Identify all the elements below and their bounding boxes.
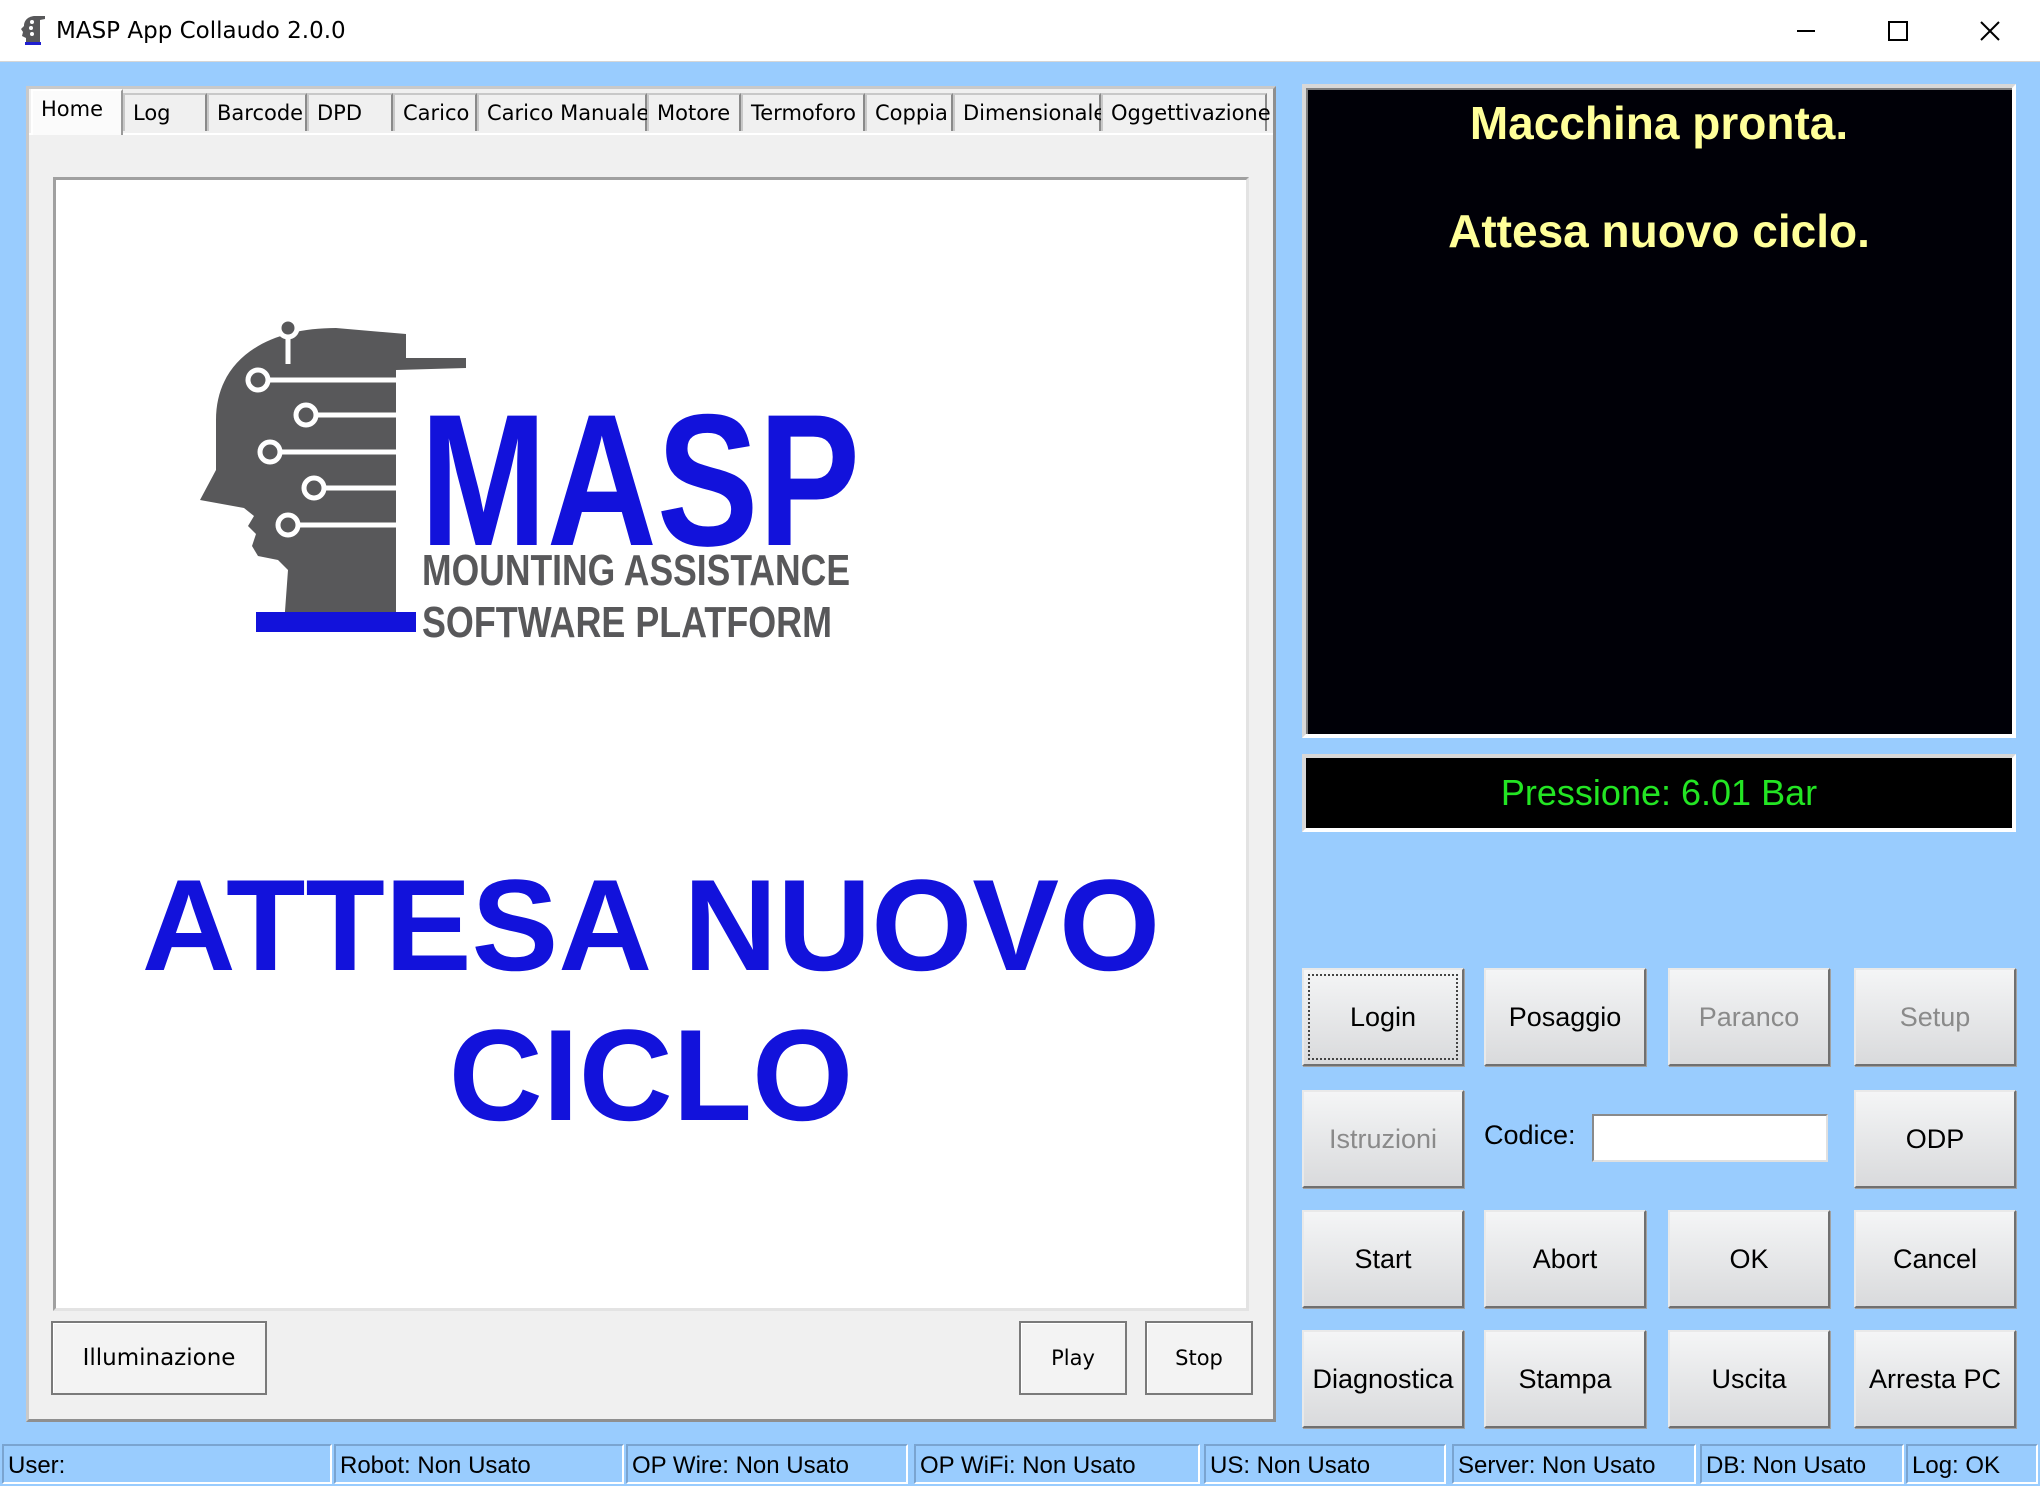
status-op-wire: OP Wire: Non Usato [626,1444,908,1484]
message-line-1: Macchina pronta. [1469,97,1849,149]
tab-label: DPD [317,101,363,125]
codice-input[interactable] [1592,1114,1828,1162]
status-db: DB: Non Usato [1700,1444,1904,1484]
tab-label: Termoforo [751,101,857,125]
tab-home[interactable]: Home [31,89,123,135]
istruzioni-button[interactable]: Istruzioni [1302,1090,1464,1188]
stampa-button[interactable]: Stampa [1484,1330,1646,1428]
home-tab-content: MASP MOUNTING ASSISTANCE SOFTWARE PLATFO… [29,133,1273,1419]
ok-button[interactable]: OK [1668,1210,1830,1308]
odp-button[interactable]: ODP [1854,1090,2016,1188]
status-log: Log: OK [1906,1444,2038,1484]
tab-motore[interactable]: Motore [647,93,741,131]
tab-label: Log [133,101,171,125]
tab-oggettivazione[interactable]: Oggettivazione [1101,93,1271,131]
cancel-button[interactable]: Cancel [1854,1210,2016,1308]
maximize-icon [1888,21,1908,41]
tab-label: Barcode [217,101,304,125]
stop-button[interactable]: Stop [1145,1321,1253,1395]
tab-label: Motore [657,101,731,125]
tab-label: Carico [403,101,470,125]
tab-dpd[interactable]: DPD [307,93,393,131]
tab-label: Oggettivazione [1111,101,1271,125]
cycle-status-line-2: CICLO [448,1002,854,1148]
tab-termoforo[interactable]: Termoforo [741,93,865,131]
status-server: Server: Non Usato [1452,1444,1696,1484]
minimize-icon [1797,30,1815,32]
window-title: MASP App Collaudo 2.0.0 [56,18,346,44]
message-line-2: Attesa nuovo ciclo. [1448,205,1870,257]
status-user: User: [2,1444,332,1484]
close-button[interactable] [1944,0,2036,62]
title-bar: MASP App Collaudo 2.0.0 [0,0,2040,62]
logo-tagline-2: SOFTWARE PLATFORM [422,598,832,640]
tab-coppia[interactable]: Coppia [865,93,953,131]
cycle-status-text: ATTESA NUOVO CICLO [56,850,1246,1150]
app-icon [21,16,45,45]
tab-barcode[interactable]: Barcode [207,93,307,131]
diagnostica-button[interactable]: Diagnostica [1302,1330,1464,1428]
message-display: Macchina pronta. Attesa nuovo ciclo. [1302,84,2016,738]
tab-label: Coppia [875,101,948,125]
pressure-display: Pressione: 6.01 Bar [1302,754,2016,832]
tab-label: Home [41,97,104,121]
play-button[interactable]: Play [1019,1321,1127,1395]
tab-label: Dimensionale [963,101,1107,125]
posaggio-button[interactable]: Posaggio [1484,968,1646,1066]
arresta-pc-button[interactable]: Arresta PC [1854,1330,2016,1428]
tab-strip: Home Log Barcode DPD Carico Carico Manua… [29,89,1279,135]
status-op-wifi: OP WiFi: Non Usato [914,1444,1200,1484]
tab-carico-manuale[interactable]: Carico Manuale [477,93,650,131]
uscita-button[interactable]: Uscita [1668,1330,1830,1428]
masp-logo: MASP MOUNTING ASSISTANCE SOFTWARE PLATFO… [200,320,860,640]
illumination-button[interactable]: Illuminazione [51,1321,267,1395]
tab-label: Carico Manuale [487,101,650,125]
login-button[interactable]: Login [1302,968,1464,1066]
maximize-button[interactable] [1852,0,1944,62]
status-bar: User: Robot: Non Usato OP Wire: Non Usat… [0,1444,2040,1486]
paranco-button[interactable]: Paranco [1668,968,1830,1066]
tab-carico[interactable]: Carico [393,93,477,131]
home-display: MASP MOUNTING ASSISTANCE SOFTWARE PLATFO… [53,177,1249,1311]
cycle-status-line-1: ATTESA NUOVO [141,852,1161,998]
status-us: US: Non Usato [1204,1444,1446,1484]
abort-button[interactable]: Abort [1484,1210,1646,1308]
minimize-button[interactable] [1760,0,1852,62]
start-button[interactable]: Start [1302,1210,1464,1308]
logo-tagline-1: MOUNTING ASSISTANCE [422,546,850,595]
codice-label: Codice: [1484,1120,1576,1150]
setup-button[interactable]: Setup [1854,968,2016,1066]
tab-log[interactable]: Log [123,93,207,131]
close-icon [1980,21,2000,41]
tab-dimensionale[interactable]: Dimensionale [953,93,1106,131]
tab-panel: Home Log Barcode DPD Carico Carico Manua… [26,86,1276,1422]
status-robot: Robot: Non Usato [334,1444,624,1484]
